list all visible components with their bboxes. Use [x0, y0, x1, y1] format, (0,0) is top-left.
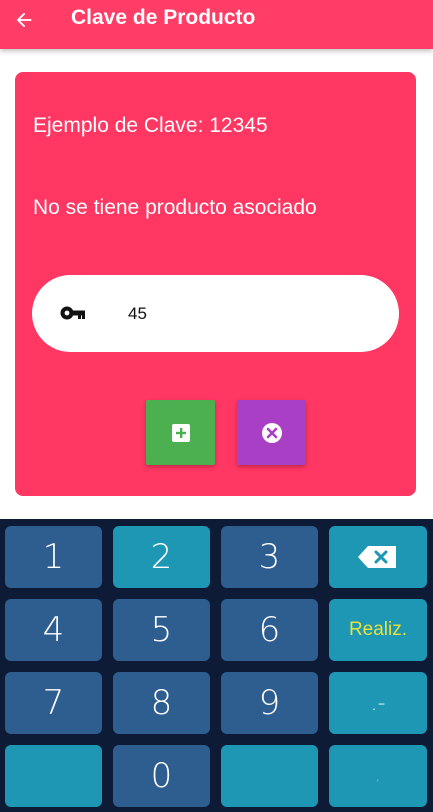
add-button[interactable] — [146, 400, 215, 465]
space-key[interactable] — [221, 745, 318, 807]
comma-key[interactable]: , — [329, 745, 427, 807]
done-key[interactable]: Realiz. — [329, 599, 427, 661]
product-status-text: No se tiene producto asociado — [33, 196, 317, 219]
key-0[interactable]: 0 — [113, 745, 210, 807]
backspace-icon — [358, 546, 396, 568]
product-card: Ejemplo de Clave: 12345 No se tiene prod… — [15, 72, 416, 496]
close-circle-icon — [261, 422, 282, 443]
key-2[interactable]: 2 — [113, 526, 210, 588]
cancel-button[interactable] — [237, 400, 306, 465]
plus-box-icon — [171, 423, 190, 442]
key-icon — [60, 306, 85, 320]
product-key-field[interactable] — [32, 275, 399, 352]
key-8[interactable]: 8 — [113, 672, 210, 734]
key-6[interactable]: 6 — [221, 599, 318, 661]
key-4[interactable]: 4 — [5, 599, 102, 661]
key-5[interactable]: 5 — [113, 599, 210, 661]
dot-dash-key[interactable]: .- — [329, 672, 427, 734]
blank-key-left[interactable] — [5, 745, 102, 807]
example-key-text: Ejemplo de Clave: 12345 — [33, 114, 268, 137]
key-1[interactable]: 1 — [5, 526, 102, 588]
key-3[interactable]: 3 — [221, 526, 318, 588]
arrow-left-icon — [16, 12, 32, 28]
backspace-key[interactable] — [329, 526, 427, 588]
product-key-input[interactable] — [128, 299, 368, 329]
key-7[interactable]: 7 — [5, 672, 102, 734]
numeric-keyboard: 1 2 3 4 5 6 Realiz. 7 8 9 .- 0 , — [0, 519, 433, 812]
page-title: Clave de Producto — [71, 6, 256, 29]
back-button[interactable] — [10, 6, 38, 34]
app-bar: Clave de Producto — [0, 0, 433, 49]
key-9[interactable]: 9 — [221, 672, 318, 734]
